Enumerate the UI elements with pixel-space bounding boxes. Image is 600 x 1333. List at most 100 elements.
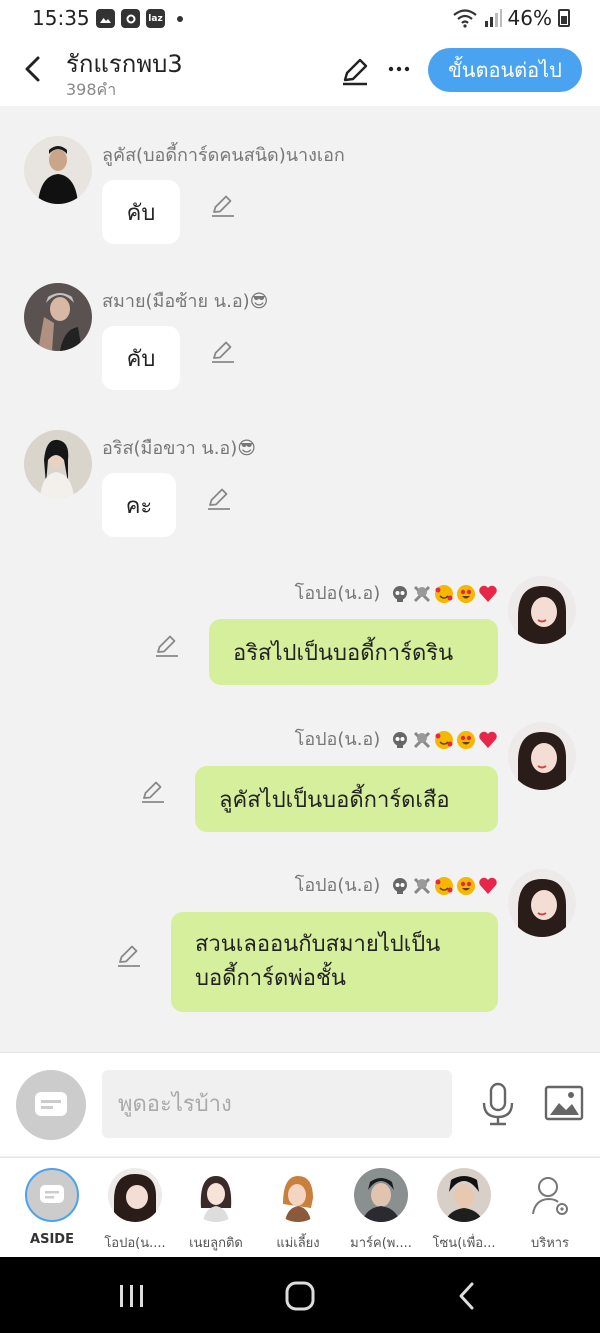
- message-bubble-own[interactable]: ลูคัสไปเป็นบอดี้การ์ดเสือ: [195, 766, 498, 832]
- message-bubble[interactable]: คับ: [102, 180, 180, 244]
- message-bubble[interactable]: คะ: [102, 473, 176, 537]
- message-sender-name: โอปอ(น.อ): [295, 578, 498, 607]
- character-mark[interactable]: มาร์ค(พ....: [339, 1166, 423, 1256]
- character-label: โซน(เพื่อ...: [432, 1236, 496, 1251]
- sender-emoji-decorations: [390, 730, 498, 750]
- laz-notification-icon: laz: [146, 9, 165, 28]
- insert-image-button[interactable]: [544, 1085, 584, 1121]
- message-bubble-own[interactable]: สวนเลออนกับสมายไปเป็น บอดี้การ์ดพ่อชั้น: [171, 912, 498, 1012]
- skull-icon: [393, 878, 407, 894]
- smiling-hearts-icon: [435, 585, 453, 603]
- status-time: 15:35: [32, 6, 90, 30]
- microphone-icon: [482, 1082, 514, 1126]
- edit-message-button[interactable]: [210, 192, 236, 218]
- avatar-opor[interactable]: [508, 869, 576, 937]
- character-label: มาร์ค(พ....: [350, 1236, 412, 1251]
- character-stepmother[interactable]: แม่เลี้ยง: [256, 1166, 340, 1256]
- status-bar: 15:35 laz 46%: [0, 0, 600, 36]
- message-bubble-own[interactable]: อริสไปเป็นบอดี้การ์ดริน: [209, 619, 498, 685]
- character-label: โอปอ(น....: [104, 1236, 166, 1251]
- character-sohn[interactable]: โซน(เพื่อ...: [422, 1166, 506, 1256]
- chat-bubble-icon: [35, 1092, 67, 1116]
- crossbones-icon: [413, 877, 431, 895]
- chat-header: รักแรกพบ3 398คำ ขั้นตอนต่อไป: [0, 36, 600, 106]
- pencil-icon: [212, 195, 234, 217]
- message-sender-name: อริส(มือขวา น.อ)😎: [102, 438, 257, 459]
- character-selector: ASIDE โอปอ(น.... เนยลูกติด แม่เลี้ยง มาร…: [0, 1157, 600, 1257]
- system-back-button[interactable]: [448, 1279, 488, 1313]
- smiling-hearts-icon: [435, 731, 453, 749]
- character-avatar: [437, 1168, 491, 1222]
- gallery-notification-icon: [96, 9, 115, 28]
- sender-emoji-decorations: [390, 876, 498, 896]
- character-avatar: [354, 1168, 408, 1222]
- back-button[interactable]: [18, 52, 48, 86]
- character-noey[interactable]: เนยลูกติด: [174, 1166, 258, 1256]
- recent-apps-icon: [120, 1285, 143, 1307]
- composer-bar: [0, 1052, 600, 1156]
- voice-input-button[interactable]: [478, 1081, 518, 1127]
- message-sender-name: สมาย(มือซ้าย น.อ)😎: [102, 291, 269, 312]
- avatar-smile[interactable]: [24, 283, 92, 351]
- character-label: บริหาร: [530, 1236, 570, 1251]
- status-system-icons: 46%: [452, 6, 570, 30]
- back-arrow-icon: [459, 1282, 474, 1310]
- home-button[interactable]: [280, 1279, 320, 1313]
- message-sender-name: โอปอ(น.อ): [295, 724, 498, 753]
- avatar-opor[interactable]: [508, 576, 576, 644]
- next-step-button[interactable]: ขั้นตอนต่อไป: [428, 48, 582, 92]
- status-notification-icons: laz: [96, 9, 183, 28]
- character-aside[interactable]: ASIDE: [10, 1166, 94, 1256]
- more-options-button[interactable]: [384, 54, 414, 84]
- message-bubble[interactable]: คับ: [102, 326, 180, 390]
- crossbones-icon: [413, 585, 431, 603]
- system-nav-bar: [0, 1257, 600, 1333]
- skull-icon: [393, 732, 407, 748]
- character-avatar: [108, 1168, 162, 1222]
- message-list[interactable]: ลูคัส(บอดี้การ์ดคนสนิด)นางเอก คับ สมาย(ม…: [0, 106, 600, 1052]
- character-opor[interactable]: โอปอ(น....: [93, 1166, 177, 1256]
- character-label: แม่เลี้ยง: [276, 1236, 320, 1251]
- heart-eyes-icon: [457, 877, 475, 895]
- more-notifications-dot-icon: [177, 15, 183, 22]
- aside-toggle-button[interactable]: [16, 1070, 86, 1140]
- smiling-hearts-icon: [435, 877, 453, 895]
- home-icon: [285, 1281, 315, 1311]
- recent-apps-button[interactable]: [112, 1279, 152, 1313]
- battery-percent: 46%: [507, 6, 552, 30]
- edit-title-button[interactable]: [340, 56, 370, 86]
- more-horizontal-icon: [388, 66, 410, 72]
- message-sender-name: โอปอ(น.อ): [295, 870, 498, 899]
- camera-notification-icon: [121, 9, 140, 28]
- heart-eyes-icon: [457, 585, 475, 603]
- pencil-icon: [118, 945, 140, 967]
- signal-icon: [484, 9, 502, 27]
- edit-message-button[interactable]: [154, 632, 180, 658]
- avatar-opor[interactable]: [508, 722, 576, 790]
- heart-eyes-icon: [457, 731, 475, 749]
- chat-bubble-icon: [40, 1185, 64, 1203]
- pencil-icon: [142, 781, 164, 803]
- edit-message-button[interactable]: [116, 942, 142, 968]
- pencil-icon: [208, 488, 230, 510]
- character-label: เนยลูกติด: [189, 1236, 243, 1251]
- pencil-icon: [212, 341, 234, 363]
- pencil-icon: [343, 58, 368, 86]
- avatar-lucas[interactable]: [24, 136, 92, 204]
- message-input[interactable]: [102, 1070, 452, 1138]
- character-avatar: [271, 1168, 325, 1222]
- manage-characters-button[interactable]: บริหาร: [508, 1166, 592, 1256]
- sender-emoji-decorations: [390, 584, 498, 604]
- word-count: 398คำ: [66, 80, 117, 99]
- image-icon: [544, 1085, 584, 1121]
- avatar-aris[interactable]: [24, 430, 92, 498]
- message-sender-name: ลูคัส(บอดี้การ์ดคนสนิด)นางเอก: [102, 145, 345, 166]
- pencil-icon: [156, 635, 178, 657]
- manage-characters-icon-wrap: [523, 1168, 577, 1222]
- edit-message-button[interactable]: [140, 778, 166, 804]
- edit-message-button[interactable]: [210, 338, 236, 364]
- edit-message-button[interactable]: [206, 485, 232, 511]
- aside-avatar: [25, 1168, 79, 1222]
- crossbones-icon: [413, 731, 431, 749]
- heart-icon: [479, 877, 497, 894]
